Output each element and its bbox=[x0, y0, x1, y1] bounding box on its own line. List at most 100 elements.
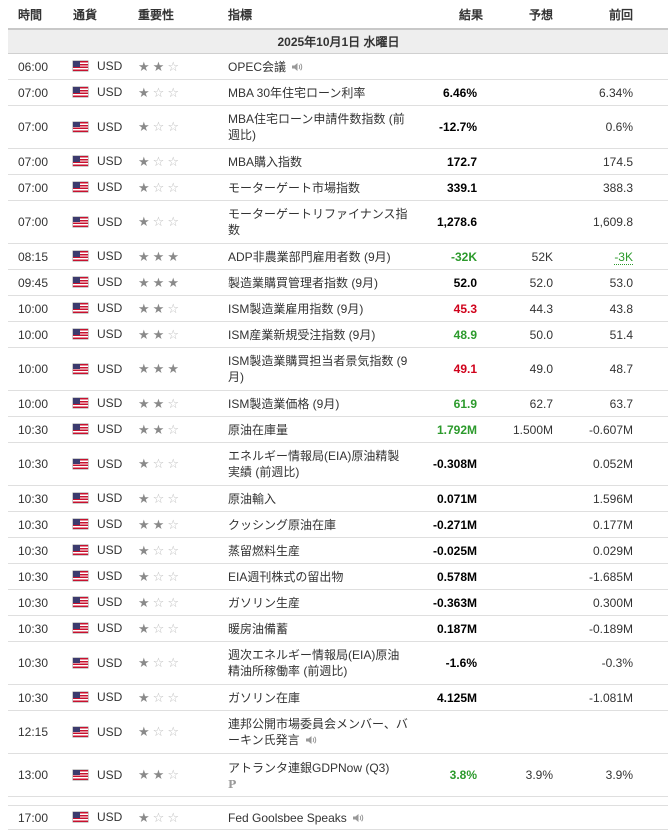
event-row[interactable]: 10:30 USD ★ ★ ☆ クッシング原油在庫 -0.271M 0.177M bbox=[8, 511, 668, 538]
event-row[interactable]: 07:00 USD ★ ☆ ☆ MBA購入指数 172.7 174.5 bbox=[8, 148, 668, 175]
event-name[interactable]: OPEC会議 bbox=[228, 60, 286, 74]
header-previous[interactable]: 前回 bbox=[553, 0, 668, 30]
event-row[interactable]: 07:00 USD ★ ☆ ☆ MBA 30年住宅ローン利率 6.46% 6.34% bbox=[8, 79, 668, 106]
us-flag-icon bbox=[73, 458, 88, 469]
event-row[interactable]: 08:15 USD ★ ★ ★ ADP非農業部門雇用者数 (9月) -32K 52K -3K bbox=[8, 243, 668, 270]
event-time: 10:30 bbox=[8, 537, 73, 564]
star-icon: ☆ bbox=[167, 568, 179, 584]
event-name[interactable]: 連邦公開市場委員会メンバー、バーキン氏発言 bbox=[228, 717, 408, 747]
event-row[interactable]: 17:00 USD ★ ☆ ☆ Fed Goolsbee Speaks bbox=[8, 805, 668, 830]
event-forecast: 52.0 bbox=[529, 275, 553, 290]
event-time: 10:30 bbox=[8, 641, 73, 685]
event-name[interactable]: 暖房油備蓄 bbox=[228, 622, 288, 636]
event-row[interactable]: 10:00 USD ★ ★ ☆ ISM産業新規受注指数 (9月) 48.9 50.0 51.4 bbox=[8, 321, 668, 348]
event-actual: 0.071M bbox=[436, 491, 477, 506]
event-name[interactable]: アトランタ連銀GDPNow (Q3) bbox=[228, 761, 389, 775]
event-currency: USD bbox=[97, 517, 123, 531]
event-currency-cell: USD bbox=[73, 442, 138, 486]
event-importance: ★ ☆ ☆ bbox=[138, 641, 228, 685]
header-forecast[interactable]: 予想 bbox=[483, 0, 553, 30]
event-row[interactable]: 10:30 USD ★ ☆ ☆ ガソリン生産 -0.363M 0.300M bbox=[8, 589, 668, 616]
star-icon: ☆ bbox=[152, 84, 165, 100]
event-name[interactable]: MBA 30年住宅ローン利率 bbox=[228, 86, 365, 100]
event-currency: USD bbox=[97, 810, 123, 824]
event-row[interactable]: 10:30 USD ★ ☆ ☆ ガソリン在庫 4.125M -1.081M bbox=[8, 684, 668, 711]
event-previous-cell: 1.596M bbox=[553, 485, 668, 512]
event-name[interactable]: ISM製造業雇用指数 (9月) bbox=[228, 302, 363, 316]
event-name[interactable]: ISM産業新規受注指数 (9月) bbox=[228, 328, 375, 342]
event-row[interactable]: 10:30 USD ★ ☆ ☆ 暖房油備蓄 0.187M -0.189M bbox=[8, 615, 668, 642]
event-name[interactable]: モーターゲートリファイナンス指数 bbox=[228, 207, 408, 237]
event-name[interactable]: ADP非農業部門雇用者数 (9月) bbox=[228, 250, 391, 264]
event-row[interactable]: 10:30 USD ★ ☆ ☆ 蒸留燃料生産 -0.025M 0.029M bbox=[8, 537, 668, 564]
event-row[interactable]: 10:30 USD ★ ☆ ☆ エネルギー情報局(EIA)原油精製実績 (前週比) -0.3… bbox=[8, 442, 668, 486]
us-flag-icon bbox=[73, 216, 88, 227]
event-currency-cell: USD bbox=[73, 710, 138, 754]
event-name[interactable]: クッシング原油在庫 bbox=[228, 518, 336, 532]
event-previous: 6.34% bbox=[598, 85, 633, 100]
speaker-icon[interactable] bbox=[305, 734, 317, 744]
event-cell: モーターゲートリファイナンス指数 bbox=[228, 200, 408, 244]
event-row[interactable]: 10:00 USD ★ ★ ☆ ISM製造業価格 (9月) 61.9 62.7 63.7 bbox=[8, 390, 668, 417]
header-actual[interactable]: 結果 bbox=[408, 0, 483, 30]
header-currency[interactable]: 通貨 bbox=[73, 0, 138, 30]
event-forecast-cell: 52K bbox=[483, 243, 553, 270]
event-name[interactable]: ISM製造業価格 (9月) bbox=[228, 397, 339, 411]
header-time[interactable]: 時間 bbox=[8, 0, 73, 30]
star-icon: ☆ bbox=[167, 809, 179, 825]
event-actual-cell: -12.7% bbox=[408, 105, 483, 149]
event-row[interactable]: 10:30 USD ★ ☆ ☆ EIA週刊株式の留出物 0.578M -1.685M bbox=[8, 563, 668, 590]
star-icon: ☆ bbox=[167, 153, 179, 169]
speaker-icon[interactable] bbox=[291, 61, 303, 71]
event-name[interactable]: Fed Goolsbee Speaks bbox=[228, 811, 347, 825]
event-name[interactable]: モーターゲート市場指数 bbox=[228, 181, 360, 195]
event-row[interactable]: 10:00 USD ★ ★ ☆ ISM製造業雇用指数 (9月) 45.3 44.3 43.8 bbox=[8, 295, 668, 322]
event-currency: USD bbox=[97, 621, 123, 635]
event-row[interactable]: 07:00 USD ★ ☆ ☆ モーターゲート市場指数 339.1 388.3 bbox=[8, 174, 668, 201]
event-name[interactable]: EIA週刊株式の留出物 bbox=[228, 570, 343, 584]
event-row[interactable]: 10:30 USD ★ ☆ ☆ 原油輸入 0.071M 1.596M bbox=[8, 485, 668, 512]
event-row[interactable]: 07:00 USD ★ ☆ ☆ MBA住宅ローン申請件数指数 (前週比) -12.7% 0.6… bbox=[8, 105, 668, 149]
star-icon: ★ bbox=[138, 119, 150, 134]
event-name[interactable]: 原油在庫量 bbox=[228, 423, 288, 437]
event-row[interactable]: 10:00 USD ★ ★ ★ ISM製造業購買担当者景気指数 (9月) 49.1 49.0 4… bbox=[8, 347, 668, 391]
event-name[interactable]: ガソリン在庫 bbox=[228, 691, 300, 705]
section-gap bbox=[8, 796, 668, 806]
event-name[interactable]: 蒸留燃料生産 bbox=[228, 544, 300, 558]
event-name[interactable]: 製造業購買管理者指数 (9月) bbox=[228, 276, 378, 290]
event-importance: ★ ☆ ☆ bbox=[138, 442, 228, 486]
event-currency: USD bbox=[97, 595, 123, 609]
star-icon: ★ bbox=[138, 594, 150, 610]
event-importance: ★ ☆ ☆ bbox=[138, 79, 228, 106]
us-flag-icon bbox=[73, 493, 88, 503]
event-row[interactable]: 09:45 USD ★ ★ ★ 製造業購買管理者指数 (9月) 52.0 52.0 53.0 bbox=[8, 269, 668, 296]
header-event[interactable]: 指標 bbox=[228, 0, 408, 30]
us-flag-icon bbox=[73, 769, 88, 780]
event-row[interactable]: 10:30 USD ★ ★ ☆ 原油在庫量 1.792M 1.500M -0.607M bbox=[8, 416, 668, 443]
event-name[interactable]: 週次エネルギー情報局(EIA)原油精油所稼働率 (前週比) bbox=[228, 648, 399, 678]
event-name[interactable]: MBA購入指数 bbox=[228, 155, 302, 169]
event-row[interactable]: 07:00 USD ★ ☆ ☆ モーターゲートリファイナンス指数 1,278.6 1,609.… bbox=[8, 200, 668, 244]
event-time: 10:00 bbox=[8, 347, 73, 391]
event-name[interactable]: MBA住宅ローン申請件数指数 (前週比) bbox=[228, 112, 405, 142]
event-name[interactable]: エネルギー情報局(EIA)原油精製実績 (前週比) bbox=[228, 449, 399, 479]
event-actual: 61.9 bbox=[453, 396, 477, 411]
event-row[interactable]: 12:15 USD ★ ☆ ☆ 連邦公開市場委員会メンバー、バーキン氏発言 bbox=[8, 710, 668, 754]
speaker-icon[interactable] bbox=[352, 812, 364, 822]
header-importance[interactable]: 重要性 bbox=[138, 0, 228, 30]
event-name[interactable]: 原油輸入 bbox=[228, 492, 276, 506]
star-icon: ☆ bbox=[152, 689, 165, 705]
event-name[interactable]: ISM製造業購買担当者景気指数 (9月) bbox=[228, 354, 407, 384]
event-actual-cell: 45.3 bbox=[408, 295, 483, 322]
event-previous: 3.9% bbox=[605, 768, 633, 782]
star-icon: ☆ bbox=[167, 620, 179, 636]
event-importance: ★ ☆ ☆ bbox=[138, 200, 228, 244]
event-row[interactable]: 10:30 USD ★ ☆ ☆ 週次エネルギー情報局(EIA)原油精油所稼働率 (前週比)… bbox=[8, 641, 668, 685]
event-previous: 1.596M bbox=[592, 491, 633, 506]
event-previous-cell: 1,609.8 bbox=[553, 200, 668, 244]
event-row[interactable]: 06:00 USD ★ ★ ☆ OPEC会議 bbox=[8, 53, 668, 80]
event-cell: ISM製造業購買担当者景気指数 (9月) bbox=[228, 347, 408, 391]
event-name[interactable]: ガソリン生産 bbox=[228, 596, 300, 610]
event-row[interactable]: 13:00 USD ★ ★ ☆ アトランタ連銀GDPNow (Q3) P 3.8% 3.9% 3.… bbox=[8, 753, 668, 797]
us-flag-icon bbox=[73, 692, 88, 702]
